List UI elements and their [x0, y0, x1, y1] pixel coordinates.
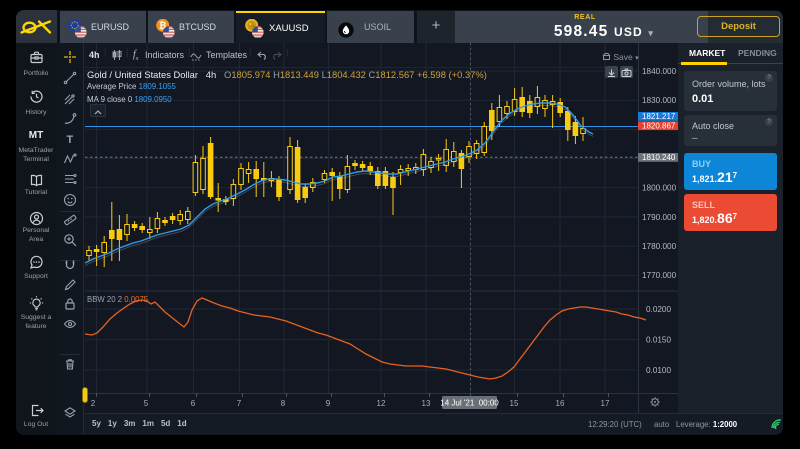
svg-text:1790.000: 1790.000 — [642, 213, 677, 222]
svg-text:8: 8 — [281, 399, 286, 408]
svg-text:0.0150: 0.0150 — [646, 335, 671, 344]
svg-text:2: 2 — [91, 399, 96, 408]
svg-text:0.0100: 0.0100 — [646, 366, 671, 375]
svg-text:6: 6 — [191, 399, 196, 408]
svg-text:1830.000: 1830.000 — [642, 96, 677, 105]
svg-text:17: 17 — [601, 399, 610, 408]
svg-text:16: 16 — [556, 399, 565, 408]
svg-text:7: 7 — [237, 399, 242, 408]
svg-text:1780.000: 1780.000 — [642, 242, 677, 251]
svg-text:1821.217: 1821.217 — [642, 112, 676, 121]
svg-text:12: 12 — [377, 399, 386, 408]
svg-text:1770.000: 1770.000 — [642, 271, 677, 280]
svg-text:9: 9 — [326, 399, 331, 408]
svg-text:0.0200: 0.0200 — [646, 305, 671, 314]
svg-text:14 Jul '21 00:00: 14 Jul '21 00:00 — [440, 399, 499, 408]
svg-text:1840.000: 1840.000 — [642, 67, 677, 76]
svg-text:15: 15 — [510, 399, 519, 408]
svg-text:T: T — [67, 134, 74, 146]
svg-text:1810.240: 1810.240 — [642, 153, 676, 162]
svg-text:1820.867: 1820.867 — [642, 121, 676, 130]
svg-text:1800.000: 1800.000 — [642, 184, 677, 193]
svg-text:13: 13 — [422, 399, 431, 408]
svg-text:5: 5 — [144, 399, 149, 408]
